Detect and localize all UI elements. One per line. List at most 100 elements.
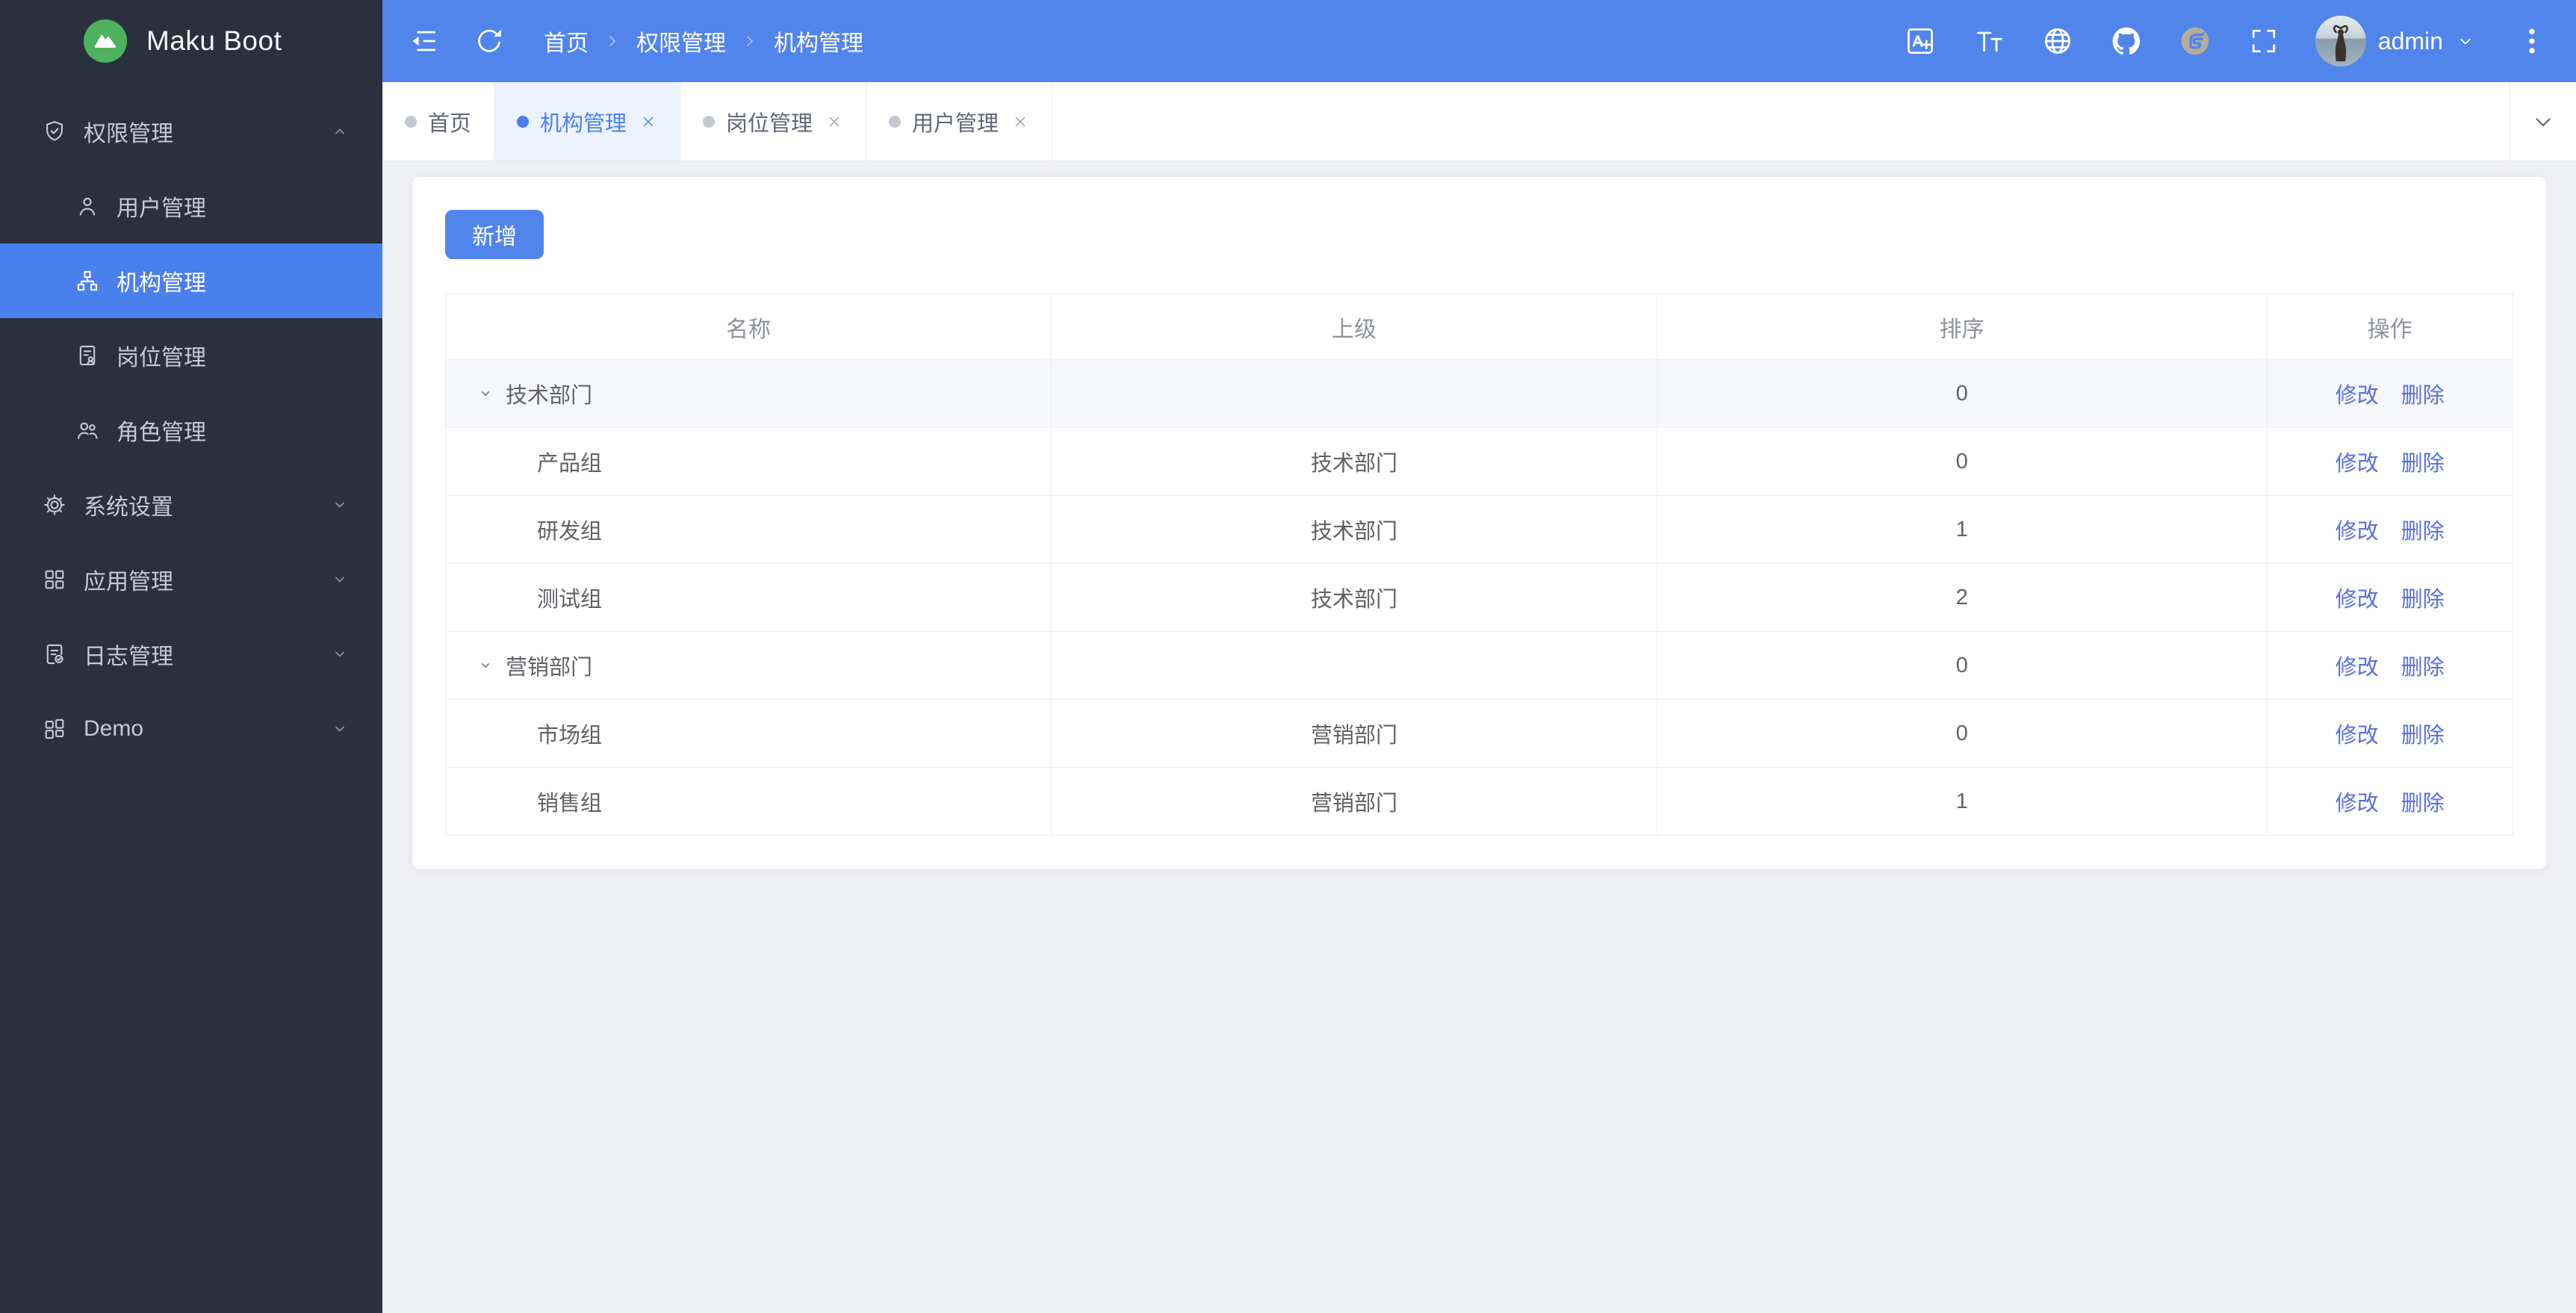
font-size-icon[interactable] [1972,24,2006,58]
delete-link[interactable]: 删除 [2401,452,2445,476]
sidebar-menu: 权限管理 用户管理 机构管理 岗位管理 角色管理 系统设置 应用管理 日志管理 … [0,82,382,766]
avatar [2315,16,2366,66]
tabbar-dropdown[interactable] [2510,82,2576,161]
org-parent: 营销部门 [1051,699,1658,768]
log-doc-icon [46,644,63,665]
edit-link[interactable]: 修改 [2336,724,2379,748]
header-right: admin [1903,16,2549,66]
tab-label: 岗位管理 [726,111,813,136]
user-icon [79,197,96,216]
table-row[interactable]: 测试组 技术部门 2 修改 删除 [444,563,2514,632]
close-icon[interactable] [1011,113,1029,131]
table-row[interactable]: 技术部门 0 修改 删除 [444,359,2514,428]
tab-post-management[interactable]: 岗位管理 [680,82,867,161]
add-button[interactable]: 新增 [445,210,544,259]
sidebar-item-permission-management[interactable]: 权限管理 [0,94,382,169]
app-logo[interactable]: Maku Boot [0,0,382,82]
sidebar-item-log-management[interactable]: 日志管理 [0,617,382,692]
edit-link[interactable]: 修改 [2336,384,2379,408]
delete-link[interactable]: 删除 [2401,384,2445,408]
apps-grid-icon [45,570,64,589]
post-doc-icon [79,345,96,366]
delete-link[interactable]: 删除 [2401,724,2445,748]
org-sort: 0 [1657,359,2268,428]
sidebar-item-label: Demo [84,716,144,741]
sidebar-item-label: 权限管理 [84,122,173,146]
org-table: 名称 上级 排序 操作 技术部门 0 修改 删除 产品组 技术部门 0 修改 删… [444,294,2514,836]
delete-link[interactable]: 删除 [2401,588,2445,612]
refresh-icon[interactable] [472,24,506,58]
org-sort: 0 [1657,631,2268,700]
globe-icon[interactable] [2040,24,2075,58]
sidebar-item-demo[interactable]: Demo [0,692,382,766]
fullscreen-icon[interactable] [2247,24,2281,58]
org-name: 研发组 [537,520,603,544]
org-name: 市场组 [537,724,603,748]
sidebar-item-post-management[interactable]: 岗位管理 [0,318,382,393]
delete-link[interactable]: 删除 [2401,520,2445,544]
table-row[interactable]: 产品组 技术部门 0 修改 删除 [444,427,2514,496]
tab-home[interactable]: 首页 [382,82,495,161]
top-header: 首页 权限管理 机构管理 admin [382,0,2576,82]
org-sort: 0 [1657,699,2268,768]
sidebar-item-org-management[interactable]: 机构管理 [0,243,382,318]
sidebar-item-app-management[interactable]: 应用管理 [0,542,382,617]
tab-org-management[interactable]: 机构管理 [494,82,681,161]
gitee-icon[interactable] [2178,24,2212,58]
close-icon[interactable] [825,113,843,131]
delete-link[interactable]: 删除 [2401,792,2445,816]
org-sort: 1 [1657,767,2268,836]
table-row[interactable]: 营销部门 0 修改 删除 [444,631,2514,700]
chevron-down-icon [2536,117,2551,126]
user-menu[interactable]: admin [2315,16,2476,66]
sidebar-item-role-management[interactable]: 角色管理 [0,393,382,468]
org-name: 销售组 [537,792,603,816]
expand-arrow-icon[interactable] [476,384,495,403]
delete-link[interactable]: 删除 [2401,656,2445,680]
edit-link[interactable]: 修改 [2336,656,2379,680]
chevron-down-icon [335,577,344,583]
org-parent: 技术部门 [1051,563,1658,632]
edit-link[interactable]: 修改 [2336,520,2379,544]
sidebar-item-user-management[interactable]: 用户管理 [0,169,382,243]
org-name: 技术部门 [506,384,593,408]
edit-link[interactable]: 修改 [2336,588,2379,612]
sidebar-item-system-settings[interactable]: 系统设置 [0,468,382,542]
tab-user-management[interactable]: 用户管理 [866,82,1053,161]
tab-label: 首页 [428,111,472,136]
table-row[interactable]: 研发组 技术部门 1 修改 删除 [444,495,2514,564]
org-name: 产品组 [537,452,603,476]
table-row[interactable]: 市场组 营销部门 0 修改 删除 [444,699,2514,768]
breadcrumb-home[interactable]: 首页 [544,25,589,58]
tab-bar: 首页 机构管理 岗位管理 用户管理 [382,82,2576,161]
sidebar-item-label: 应用管理 [84,570,173,595]
org-sort: 0 [1657,427,2268,496]
sidebar: Maku Boot 权限管理 用户管理 机构管理 岗位管理 角色管理 系统设置 … [0,0,382,1313]
chevron-down-icon [335,726,344,732]
github-icon[interactable] [2109,24,2144,58]
chevron-right-icon [747,36,753,46]
more-vertical-icon[interactable] [2515,24,2549,58]
close-icon[interactable] [639,113,657,131]
tabbar-spacer [1052,82,2510,161]
tab-label: 用户管理 [912,111,999,136]
sidebar-fold-icon[interactable] [406,24,441,58]
expand-arrow-icon[interactable] [476,656,495,675]
shield-check-icon [46,121,63,141]
sidebar-item-label: 角色管理 [117,420,206,445]
breadcrumb: 首页 权限管理 机构管理 [544,25,863,58]
logo-mountain-icon [84,19,127,63]
translate-icon[interactable] [1903,24,1937,58]
app-root: Maku Boot 权限管理 用户管理 机构管理 岗位管理 角色管理 系统设置 … [0,0,2576,1313]
edit-link[interactable]: 修改 [2336,452,2379,476]
tab-label: 机构管理 [540,111,627,136]
org-sort: 2 [1657,563,2268,632]
content-area: 新增 名称 上级 排序 操作 技术部门 0 修改 删除 产品组 技术部门 0 修… [382,161,2576,1313]
main-pane: 首页 权限管理 机构管理 admin 首页 机构管理 岗位管理 用户管理 新增 … [382,0,2576,1313]
table-row[interactable]: 销售组 营销部门 1 修改 删除 [444,767,2514,836]
org-chart-icon [77,270,98,291]
demo-grid-icon [45,718,64,739]
breadcrumb-permission[interactable]: 权限管理 [636,25,726,58]
edit-link[interactable]: 修改 [2336,792,2379,816]
chevron-down-icon [335,502,344,508]
